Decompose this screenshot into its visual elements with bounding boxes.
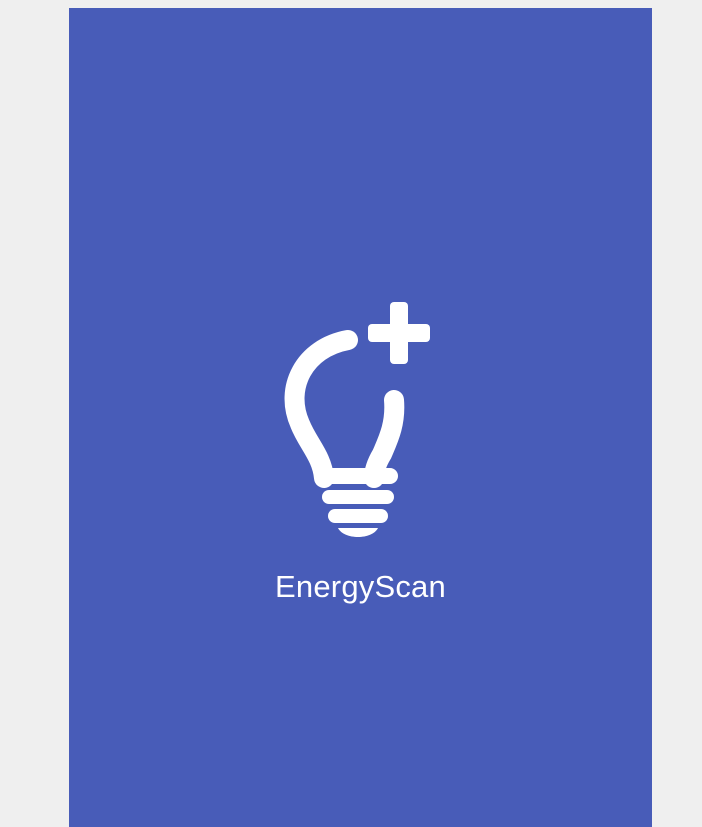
lightbulb-plus-icon	[272, 296, 452, 546]
app-name: EnergyScan	[275, 569, 446, 604]
